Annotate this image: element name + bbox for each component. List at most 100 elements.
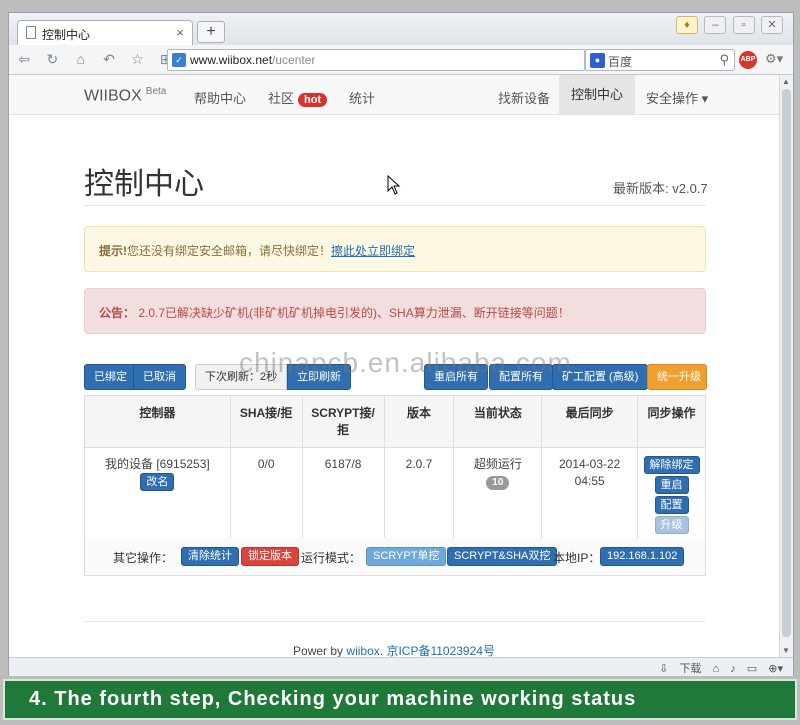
status-badge: 10	[486, 476, 510, 490]
col-sha: SHA接/拒	[229, 395, 303, 448]
table-row: 我的设备 [6915253] 改名 0/0 6187/8 2.0.7 超频运行 …	[84, 447, 706, 545]
reload-icon[interactable]: ↻	[43, 50, 61, 68]
col-version: 版本	[383, 395, 455, 448]
document-icon	[26, 26, 36, 39]
cell-status: 超频运行 10	[453, 447, 543, 545]
volume-icon[interactable]: ♪	[730, 663, 736, 675]
icp-link[interactable]: 京ICP备11023924号	[386, 644, 495, 657]
cell-sync-ops: 解除绑定 重启 配置 升级	[637, 447, 706, 545]
window-controls: ♦ – ▫ ✕	[673, 16, 783, 34]
address-bar[interactable]: ✓ www.wiibox.net/ucenter	[167, 49, 585, 71]
watermark: chinapcb.en.alibaba.com	[239, 347, 572, 378]
close-tab-icon[interactable]: ×	[176, 25, 184, 40]
tab-control-center[interactable]: 控制中心 ×	[17, 20, 193, 45]
footer: Power by wiibox. 京ICP备11023924号	[293, 644, 495, 657]
latest-version: 最新版本: v2.0.7	[613, 181, 708, 196]
other-operations-row: 其它操作： 清除统计 锁定版本 运行模式： SCRYPT单挖 SCRYPT&SH…	[84, 538, 706, 576]
trash-icon[interactable]: ⌂	[713, 663, 720, 675]
search-engine-label: 百度	[608, 55, 633, 69]
warning-alert: 提示!您还没有绑定安全邮箱，请尽快绑定！擦此处立即绑定	[84, 226, 706, 272]
search-icon[interactable]: ⚲	[719, 52, 729, 68]
divider	[84, 205, 706, 206]
favorite-star-icon[interactable]: ☆	[128, 50, 146, 68]
notice-alert: 公告： 2.0.7已解决缺少矿机(非矿机矿机掉电引发的)、SHA算力泄漏、断开链…	[84, 288, 706, 334]
scrypt-single-button[interactable]: SCRYPT单挖	[366, 547, 447, 566]
sync-time: 04:55	[574, 474, 605, 488]
site-navbar: WIIBOX Beta 帮助中心 社区 hot 统计 找新设备 控制中心 安全操作 …	[9, 75, 779, 115]
device-name: 我的设备 [6915253]	[105, 457, 210, 471]
vertical-scrollbar[interactable]: ▲ ▼	[779, 75, 793, 657]
close-window-icon[interactable]: ✕	[761, 16, 783, 34]
footer-divider	[84, 621, 706, 622]
col-status: 当前状态	[453, 395, 543, 448]
nav-control-center[interactable]: 控制中心	[559, 75, 636, 115]
scroll-up-icon[interactable]: ▲	[782, 77, 790, 86]
col-controller: 控制器	[84, 395, 231, 448]
tab-bar: 控制中心 × + ♦ – ▫ ✕	[9, 13, 793, 45]
rename-button[interactable]: 改名	[140, 473, 175, 491]
status-bar-items: ⇩ 下载 ⌂ ♪ ▭ ⊕▾	[651, 660, 783, 676]
devices-table: 控制器 SHA接/拒 SCRYPT接/拒 版本 当前状态 最后同步 同步操作 我…	[84, 395, 706, 545]
scroll-down-icon[interactable]: ▼	[782, 646, 790, 655]
status-bar: ⇩ 下载 ⌂ ♪ ▭ ⊕▾	[9, 657, 793, 676]
scrollbar-thumb[interactable]	[782, 89, 791, 637]
nav-security-dropdown[interactable]: 安全操作 ▾	[646, 88, 708, 107]
adblock-icon[interactable]: ABP	[739, 51, 757, 69]
screenshot-frame: 控制中心 × + ♦ – ▫ ✕ ⇦ ↻ ⌂ ↶ ☆ ⊞ ✓ www.wiibo…	[0, 0, 800, 725]
config-button[interactable]: 配置	[654, 496, 689, 514]
col-sync-ops: 同步操作	[637, 395, 706, 448]
table-header-row: 控制器 SHA接/拒 SCRYPT接/拒 版本 当前状态 最后同步 同步操作	[84, 395, 706, 448]
search-box[interactable]: ● 百度 ⚲	[585, 49, 735, 71]
nav-stats[interactable]: 统计	[349, 88, 375, 107]
nav-community[interactable]: 社区 hot	[268, 88, 328, 107]
bound-filter-button[interactable]: 已绑定	[84, 364, 137, 390]
unbind-button[interactable]: 解除绑定	[643, 456, 700, 474]
cancelled-filter-button[interactable]: 已取消	[133, 364, 186, 390]
site-brand[interactable]: WIIBOX Beta	[84, 86, 166, 105]
back-icon[interactable]: ⇦	[15, 50, 33, 68]
undo-icon[interactable]: ↶	[100, 50, 118, 68]
bind-email-link[interactable]: 擦此处立即绑定	[331, 244, 415, 258]
mouse-cursor-icon	[387, 175, 401, 195]
clear-stats-button[interactable]: 清除统计	[181, 547, 239, 566]
scrypt-sha-dual-button[interactable]: SCRYPT&SHA双挖	[447, 547, 558, 566]
minimize-icon[interactable]: –	[704, 16, 727, 34]
upgrade-all-button[interactable]: 统一升级	[647, 364, 707, 390]
col-scrypt: SCRYPT接/拒	[301, 395, 385, 448]
other-ops-label: 其它操作：	[113, 551, 174, 565]
zoom-icon[interactable]: ⊕▾	[768, 663, 783, 675]
web-page: WIIBOX Beta 帮助中心 社区 hot 统计 找新设备 控制中心 安全操作 …	[9, 75, 779, 657]
cell-version: 2.0.7	[383, 447, 455, 545]
navigation-bar: ⇦ ↻ ⌂ ↶ ☆ ⊞ ✓ www.wiibox.net/ucenter ● 百…	[9, 45, 793, 75]
new-tab-button[interactable]: +	[197, 21, 225, 43]
local-ip-label: 本地IP：	[553, 551, 601, 565]
url-text[interactable]: www.wiibox.net/ucenter	[190, 53, 315, 67]
caption-banner: 4. The fourth step, Checking your machin…	[3, 679, 797, 720]
cell-device: 我的设备 [6915253] 改名	[84, 447, 231, 545]
tab-title: 控制中心	[42, 28, 91, 42]
tools-wrench-icon[interactable]: ⚙▾	[765, 51, 783, 67]
nav-help[interactable]: 帮助中心	[194, 88, 246, 107]
page-title: 控制中心	[84, 168, 204, 201]
lock-version-button[interactable]: 锁定版本	[241, 547, 299, 566]
local-ip-value[interactable]: 192.168.1.102	[600, 547, 685, 566]
hot-badge: hot	[298, 93, 328, 107]
nav-buttons: ⇦ ↻ ⌂ ↶ ☆ ⊞	[15, 50, 182, 68]
col-last-sync: 最后同步	[541, 395, 639, 448]
run-mode-label: 运行模式：	[301, 551, 362, 565]
upgrade-button[interactable]: 升级	[654, 516, 689, 534]
cell-last-sync: 2014-03-22 04:55	[541, 447, 639, 545]
nav-find-device[interactable]: 找新设备	[498, 88, 550, 107]
baidu-paw-icon: ●	[590, 53, 605, 68]
status-text: 超频运行	[473, 457, 522, 471]
maximize-icon[interactable]: ▫	[732, 16, 755, 34]
wiibox-link[interactable]: wiibox.	[346, 644, 383, 657]
cell-sha: 0/0	[229, 447, 303, 545]
screen-icon[interactable]: ▭	[747, 663, 757, 675]
skin-icon[interactable]: ♦	[675, 16, 698, 34]
restart-button[interactable]: 重启	[654, 476, 689, 494]
home-icon[interactable]: ⌂	[72, 50, 90, 68]
download-icon[interactable]: ⇩ 下载	[659, 663, 701, 675]
cell-scrypt: 6187/8	[301, 447, 385, 545]
sync-date: 2014-03-22	[558, 457, 621, 471]
